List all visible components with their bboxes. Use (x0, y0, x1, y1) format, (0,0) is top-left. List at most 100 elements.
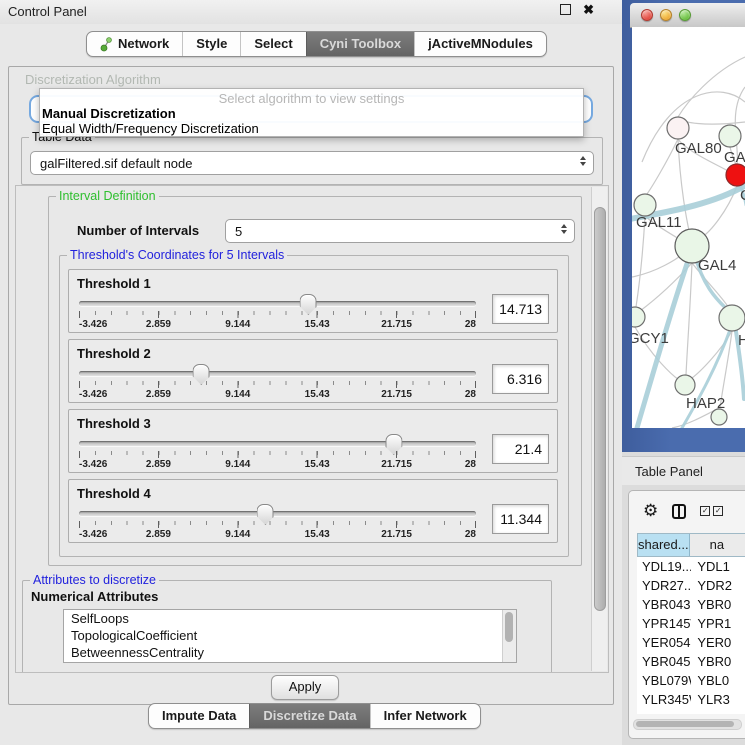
scale-label: 9.144 (225, 459, 250, 470)
scrollbar-thumb[interactable] (636, 721, 734, 727)
threshold-4-value-field[interactable]: 11.344 (492, 504, 549, 534)
number-of-intervals-combobox[interactable]: 5 (225, 219, 575, 243)
table-panel-toolbar: ⚙ ✓ ✓ (629, 495, 745, 527)
tab-jactivemnodules[interactable]: jActiveMNodules (414, 32, 546, 56)
slider-track[interactable] (79, 371, 476, 376)
node-h[interactable] (719, 305, 745, 331)
table-row[interactable]: YDL19...YDL1 (637, 557, 745, 576)
threshold-1-slider[interactable]: -3.426 2.859 9.144 15.43 21.715 28 (77, 294, 478, 330)
node-label-gal4: GAL4 (698, 257, 736, 274)
scale-label: 28 (465, 389, 476, 400)
node-red-selected[interactable] (726, 164, 745, 186)
float-window-icon[interactable] (560, 4, 571, 15)
scale-label: 9.144 (225, 389, 250, 400)
column-header-shared-name[interactable]: shared... (638, 534, 690, 556)
scale-label: -3.426 (79, 459, 107, 470)
threshold-2-slider[interactable]: -3.426 2.859 9.144 15.43 21.715 28 (77, 364, 478, 400)
algorithm-option-manual[interactable]: Manual Discretization (40, 106, 583, 121)
threshold-1-label: Threshold 1 (77, 276, 549, 291)
zoom-traffic-light-icon[interactable] (679, 9, 691, 21)
node-ga[interactable] (719, 125, 741, 147)
threshold-1-panel: Threshold 1 -3.426 2.859 (68, 269, 558, 333)
table-row[interactable]: YBR043CYBR0 (637, 595, 745, 614)
slider-track[interactable] (79, 511, 476, 516)
control-panel-window: Control Panel ✖ Network Style Select Cyn… (0, 0, 623, 745)
list-scrollbar[interactable] (502, 610, 516, 662)
tab-cyni-toolbox[interactable]: Cyni Toolbox (306, 32, 414, 56)
control-panel-titlebar[interactable]: Control Panel ✖ (0, 0, 622, 24)
thresholds-list: Threshold 1 -3.426 2.859 (68, 269, 558, 543)
cell-name: YDL1 (691, 557, 745, 576)
slider-scale-labels: -3.426 2.859 9.144 15.43 21.715 28 (79, 459, 476, 470)
list-item[interactable]: SelfLoops (64, 610, 516, 627)
node-gal11[interactable] (634, 194, 656, 216)
apply-button[interactable]: Apply (271, 675, 339, 700)
list-item[interactable]: TopologicalCoefficient (64, 627, 516, 644)
close-icon[interactable]: ✖ (583, 3, 594, 16)
threshold-4-label: Threshold 4 (77, 486, 549, 501)
scale-label: 2.859 (146, 389, 171, 400)
threshold-3-value-field[interactable]: 21.4 (492, 434, 549, 464)
node-hap2[interactable] (675, 375, 695, 395)
network-window-titlebar[interactable] (630, 3, 745, 28)
node-gcy1[interactable] (632, 307, 645, 327)
tab-label: Network (118, 32, 169, 56)
slider-ticks (79, 311, 476, 318)
gear-icon[interactable]: ⚙ (643, 502, 658, 520)
slider-track[interactable] (79, 441, 476, 446)
algorithm-option-equal-width[interactable]: Equal Width/Frequency Discretization (40, 121, 583, 136)
table-header-row: shared... na (637, 533, 745, 557)
threshold-4-slider[interactable]: -3.426 2.859 9.144 15.43 21.715 28 (77, 504, 478, 540)
tab-select[interactable]: Select (240, 32, 305, 56)
node-gal80[interactable] (667, 117, 689, 139)
close-traffic-light-icon[interactable] (641, 9, 653, 21)
tab-discretize-data[interactable]: Discretize Data (249, 704, 369, 728)
scrollbar-thumb[interactable] (594, 207, 606, 611)
algorithm-prompt-option[interactable]: Select algorithm to view settings (40, 91, 583, 106)
tab-infer-network[interactable]: Infer Network (370, 704, 480, 728)
table-row[interactable]: YDR27...YDR2 (637, 576, 745, 595)
table-data-combobox[interactable]: galFiltered.sif default node (30, 151, 594, 175)
node-label-gal80: GAL80 (675, 140, 722, 157)
minimize-traffic-light-icon[interactable] (660, 9, 672, 21)
list-item[interactable]: BetweennessCentrality (64, 644, 516, 661)
slider-track[interactable] (79, 301, 476, 306)
tab-network[interactable]: Network (87, 32, 182, 56)
tab-label: Cyni Toolbox (320, 32, 401, 56)
cell-name: YDR2 (691, 576, 745, 595)
table-row[interactable]: YBR045CYBR0 (637, 652, 745, 671)
slider-ticks (79, 381, 476, 388)
tab-label: Discretize Data (263, 704, 356, 728)
tab-style[interactable]: Style (182, 32, 240, 56)
scale-label: 28 (465, 319, 476, 330)
table-row[interactable]: YPR145WYPR1 (637, 614, 745, 633)
table-row[interactable]: YER054CYER0 (637, 633, 745, 652)
panel-scrollbar[interactable] (591, 187, 607, 671)
network-view-window: GAL80 GA C GAL11 GAL4 GCY1 H HAP2 (622, 0, 745, 452)
scale-label: 9.144 (225, 529, 250, 540)
table-row[interactable]: YLR345WYLR3 (637, 690, 745, 709)
select-columns-icon[interactable]: ✓ ✓ (700, 506, 723, 516)
table-horizontal-scrollbar[interactable] (633, 719, 742, 730)
cell-name: YLR3 (691, 690, 745, 709)
table-row[interactable]: YBL079WYBL0 (637, 671, 745, 690)
network-canvas[interactable]: GAL80 GA C GAL11 GAL4 GCY1 H HAP2 (632, 27, 745, 428)
column-header-name[interactable]: na (690, 534, 745, 556)
tab-impute-data[interactable]: Impute Data (149, 704, 249, 728)
cell-name: YBR0 (691, 595, 745, 614)
cyni-mode-tabbar: Impute Data Discretize Data Infer Networ… (148, 703, 481, 729)
threshold-3-slider[interactable]: -3.426 2.859 9.144 15.43 21.715 28 (77, 434, 478, 470)
threshold-3-label: Threshold 3 (77, 416, 549, 431)
combo-spinner-icon[interactable] (580, 156, 586, 166)
node-label-gcy1: GCY1 (632, 330, 669, 347)
threshold-1-value-field[interactable]: 14.713 (492, 294, 549, 324)
table-row[interactable]: YIL052CYIL0 (637, 709, 745, 714)
combo-spinner-icon[interactable] (561, 224, 567, 234)
cell-name: YBR0 (691, 652, 745, 671)
thresholds-group-title: Threshold's Coordinates for 5 Intervals (67, 248, 287, 262)
scale-label: 15.43 (305, 389, 330, 400)
split-columns-icon[interactable] (672, 504, 686, 519)
threshold-2-value-field[interactable]: 6.316 (492, 364, 549, 394)
numerical-attributes-label: Numerical Attributes (31, 589, 158, 604)
attributes-group-title: Attributes to discretize (30, 573, 159, 587)
